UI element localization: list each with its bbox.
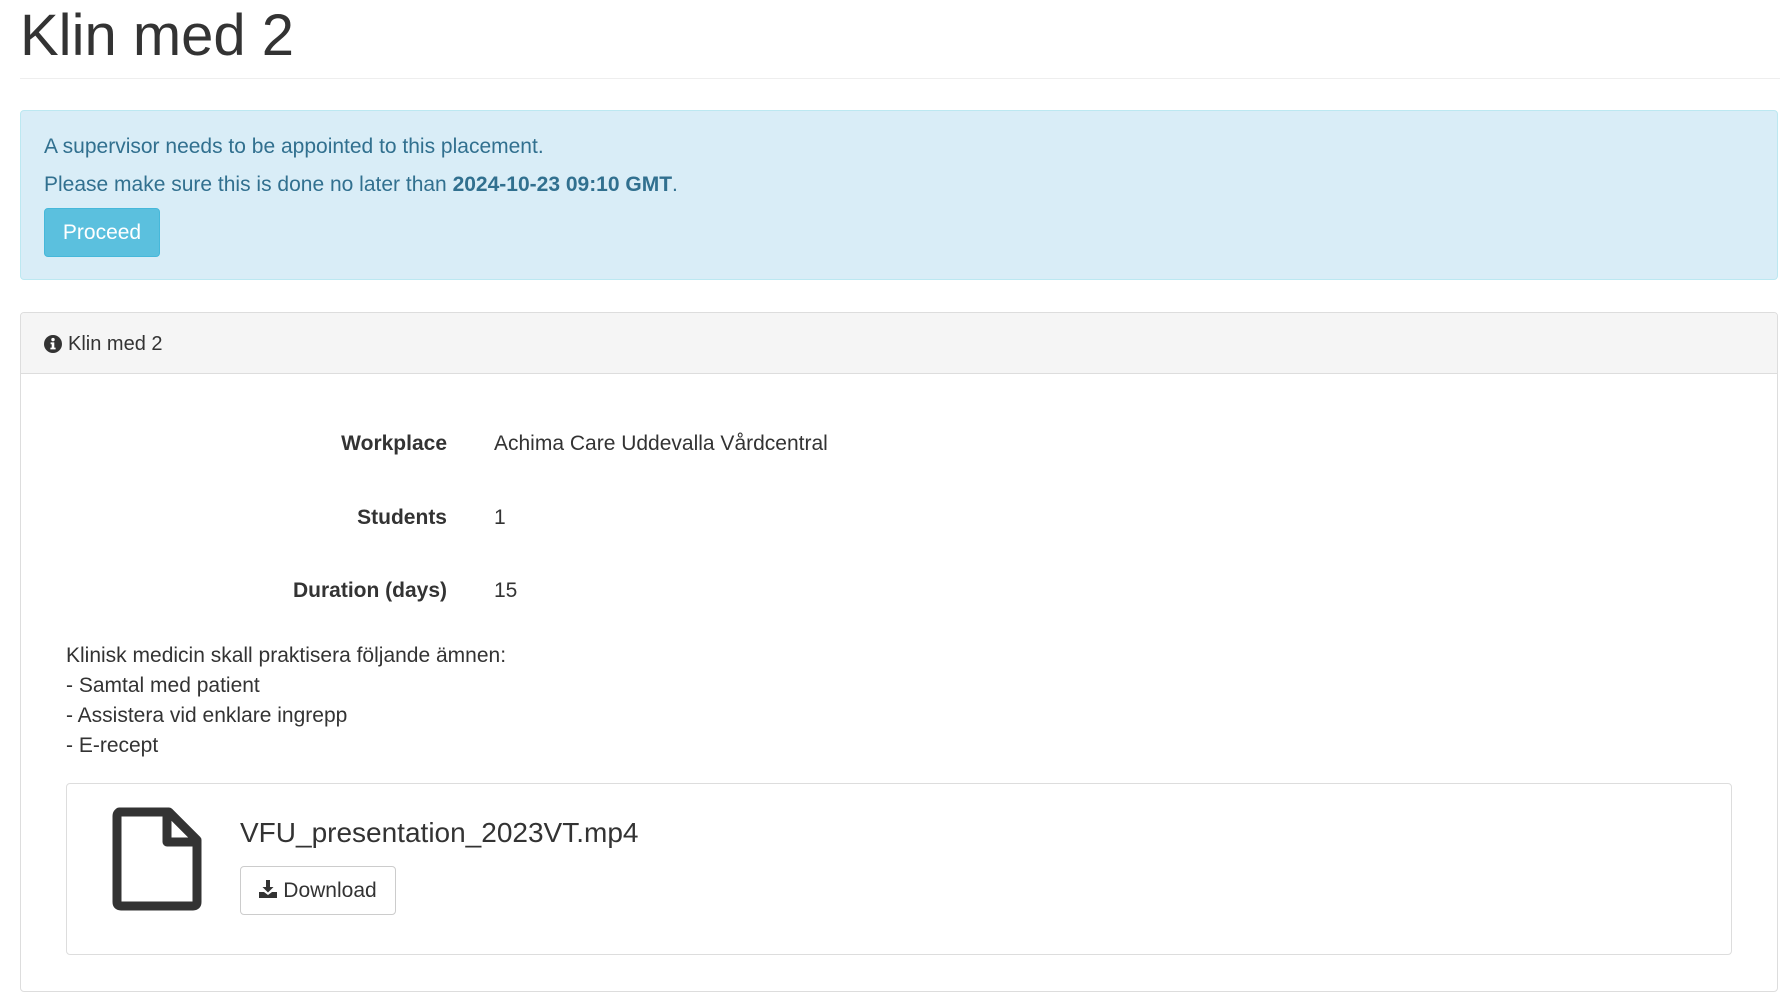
detail-label-duration: Duration (days) [292, 579, 447, 602]
file-name: VFU_presentation_2023VT.mp4 [240, 817, 639, 848]
panel-heading: Klin med 2 [21, 313, 1777, 374]
placement-panel: Klin med 2 Workplace Achima Care Uddeval… [20, 312, 1778, 992]
description-line: - E-recept [66, 734, 159, 757]
description-line: Klinisk medicin skall praktisera följand… [66, 644, 507, 667]
download-label: Download [283, 879, 377, 902]
detail-label-workplace: Workplace [341, 432, 447, 455]
file-icon [112, 807, 202, 911]
alert-deadline-line: Please make sure this is done no later t… [44, 172, 678, 198]
panel-title: Klin med 2 [68, 333, 163, 355]
download-icon [259, 880, 278, 898]
placement-description: Klinisk medicin skall praktisera följand… [66, 641, 506, 761]
info-circle-icon [44, 335, 62, 353]
proceed-button[interactable]: Proceed [44, 208, 160, 257]
detail-value-students: 1 [494, 506, 506, 529]
alert-deadline-suffix: . [672, 173, 678, 196]
download-button[interactable]: Download [240, 866, 396, 915]
alert-message: A supervisor needs to be appointed to th… [44, 135, 544, 158]
alert-deadline-prefix: Please make sure this is done no later t… [44, 173, 453, 196]
supervisor-alert: A supervisor needs to be appointed to th… [20, 110, 1778, 280]
page-divider [20, 78, 1780, 79]
page: Klin med 2 A supervisor needs to be appo… [0, 0, 1787, 992]
page-title: Klin med 2 [20, 3, 295, 68]
detail-label-students: Students [357, 506, 447, 529]
alert-deadline: 2024-10-23 09:10 GMT [452, 173, 673, 196]
detail-value-workplace: Achima Care Uddevalla Vårdcentral [494, 432, 828, 455]
file-attachment: VFU_presentation_2023VT.mp4 Download [66, 783, 1732, 955]
detail-value-duration: 15 [494, 579, 518, 602]
description-line: - Samtal med patient [66, 674, 260, 697]
description-line: - Assistera vid enklare ingrepp [66, 704, 348, 727]
